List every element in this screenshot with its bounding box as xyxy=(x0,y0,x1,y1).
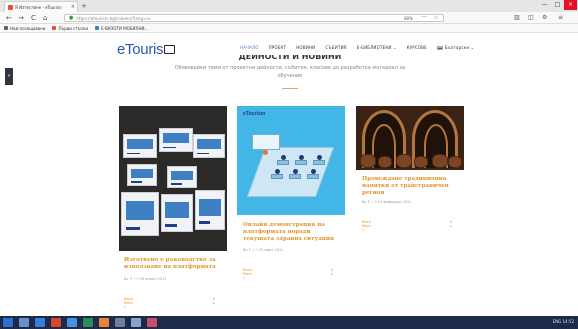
comments-count[interactable]: 0 ▸ xyxy=(331,268,333,276)
forward-button[interactable]: → xyxy=(18,13,24,23)
app-taskbar-icon[interactable] xyxy=(35,318,45,327)
window-close-button[interactable]: × xyxy=(564,0,577,10)
extension-icon[interactable]: ⚙ xyxy=(542,13,547,23)
browser-tab-bar: Я Изтегляне - eTourisn × + — □ × xyxy=(0,0,578,12)
card-meta: By ✎ / ⏱ 19 февруари 2021 xyxy=(362,200,412,204)
site-logo[interactable]: eTouris xyxy=(117,41,176,58)
new-tab-button[interactable]: + xyxy=(81,2,87,11)
firefox-taskbar-icon[interactable] xyxy=(99,318,109,327)
menu-item-elibraries[interactable]: Е-БИБЛИОТЕКИ ⌄ xyxy=(357,45,397,50)
comments-count[interactable]: 0 ▸ xyxy=(450,220,452,228)
sidebar-icon[interactable]: ◫ xyxy=(528,13,534,23)
app-taskbar-icon[interactable] xyxy=(115,318,125,327)
windows-taskbar: ENG 14:52 xyxy=(0,316,578,329)
card-meta: By ✎ / ⏱ 25 март 2021 xyxy=(243,248,284,252)
card-image-classroom[interactable]: eTourism xyxy=(237,106,345,215)
url-text: https://etourism.bg/column/?lang=ru xyxy=(76,15,151,21)
browser-nav-bar: ← → C ⌂ ● https://etourism.bg/column/?la… xyxy=(0,12,578,24)
app-taskbar-icon[interactable] xyxy=(147,318,157,327)
card-meta: By ✎ / ⏱ 29 април 2021 xyxy=(124,277,167,281)
menu-item-project[interactable]: ПРОЕКТ xyxy=(269,45,287,50)
app-taskbar-icon[interactable] xyxy=(131,318,141,327)
window-maximize-button[interactable]: □ xyxy=(551,0,564,10)
language-selector[interactable]: Български ⌄ xyxy=(436,45,474,50)
bookmark-icon xyxy=(4,26,8,30)
tab-title: Я Изтегляне - eTourisn xyxy=(15,4,62,10)
window-minimize-button[interactable]: — xyxy=(538,0,551,10)
menu-item-news[interactable]: НОВИНИ xyxy=(296,45,315,50)
section-title: ДЕЙНОСТИ И НОВИНИ xyxy=(238,55,342,61)
card-image-cellar[interactable] xyxy=(356,106,464,170)
comments-count[interactable]: 0 ▸ xyxy=(213,297,215,305)
reload-button[interactable]: C xyxy=(31,13,36,23)
zoom-level[interactable]: 80% xyxy=(404,16,413,21)
browser-tab[interactable]: Я Изтегляне - eTourisn × xyxy=(4,1,78,12)
page-actions-icon[interactable]: ··· xyxy=(421,14,427,21)
menu-item-home[interactable]: НАЧАЛО xyxy=(240,45,259,50)
sidebar-toggle-button[interactable]: » xyxy=(5,68,13,85)
section-subtitle: Обявявайки теми от проектни дейности, съ… xyxy=(174,65,406,79)
back-button[interactable]: ← xyxy=(6,13,12,23)
app-taskbar-icon[interactable] xyxy=(67,318,77,327)
home-button[interactable]: ⌂ xyxy=(43,13,47,23)
bookmark-icon xyxy=(52,26,57,30)
library-icon[interactable]: ▥ xyxy=(514,13,520,23)
card-title[interactable]: Изготвено е ръководство за използване на… xyxy=(124,257,220,271)
lock-icon: ● xyxy=(69,15,74,21)
read-more-link[interactable]: Read More » xyxy=(243,268,252,280)
address-bar[interactable]: ● https://etourism.bg/column/?lang=ru 80… xyxy=(64,14,444,22)
menu-icon[interactable]: ≡ xyxy=(558,13,563,23)
site-favicon-icon xyxy=(8,4,13,10)
logo-briefcase-icon xyxy=(164,45,176,54)
app-taskbar-icon[interactable] xyxy=(51,318,61,327)
tab-close-icon[interactable]: × xyxy=(71,4,75,10)
bookmark-item[interactable]: Е-ВИЗОТИ МОБИЛНИ... xyxy=(95,26,148,31)
read-more-link[interactable]: Read More » xyxy=(124,297,133,309)
card-title[interactable]: Провеждане традиционна напитки от трансг… xyxy=(362,176,460,197)
read-more-link[interactable]: Read More » xyxy=(362,220,371,232)
bookmark-icon xyxy=(95,26,100,30)
system-tray-clock[interactable]: ENG 14:52 xyxy=(553,319,574,324)
explorer-taskbar-icon[interactable] xyxy=(19,318,29,327)
bookmark-star-icon[interactable]: ☆ xyxy=(434,15,438,21)
card-image-manuals[interactable] xyxy=(119,106,227,251)
card-title[interactable]: Онлайн демонстрация на платформата порад… xyxy=(243,222,341,243)
app-taskbar-icon[interactable] xyxy=(83,318,93,327)
menu-item-events[interactable]: СЪБИТИЯ xyxy=(325,45,346,50)
bookmarks-bar: Най-посещавани Първи стъпки Е-ВИЗОТИ МОБ… xyxy=(0,24,578,33)
bulgaria-flag-icon xyxy=(436,46,443,50)
section-divider xyxy=(282,88,298,89)
main-menu: НАЧАЛО ПРОЕКТ НОВИНИ СЪБИТИЯ Е-БИБЛИОТЕК… xyxy=(240,45,484,50)
etourism-logo: eTourism xyxy=(243,111,266,117)
start-button-icon[interactable] xyxy=(3,318,13,327)
bookmark-item[interactable]: Първи стъпки xyxy=(52,26,88,31)
menu-item-courses[interactable]: КУРСОВЕ xyxy=(407,45,427,50)
bookmark-item[interactable]: Най-посещавани xyxy=(4,26,45,31)
